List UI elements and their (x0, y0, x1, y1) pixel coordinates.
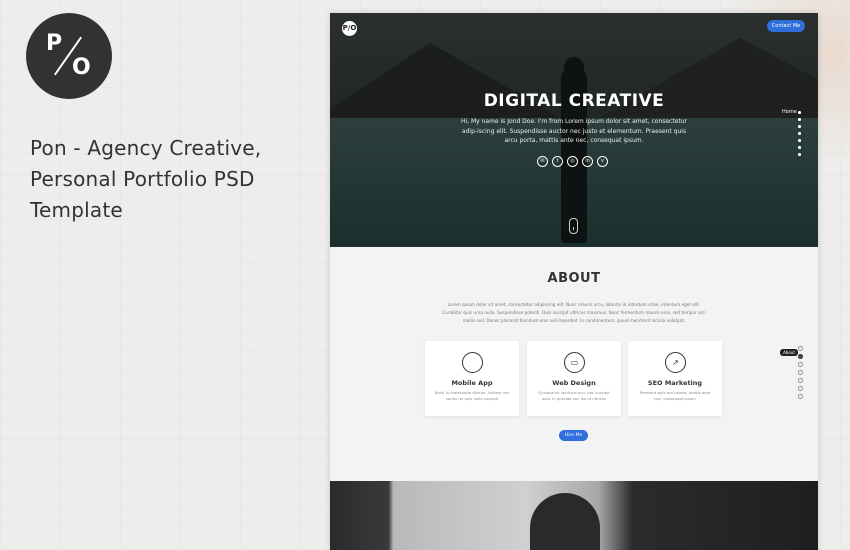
nav-label-home[interactable]: Home (782, 109, 797, 115)
promo-title-line-2: Personal Portfolio PSD (30, 167, 255, 191)
nav-dot[interactable] (798, 362, 803, 367)
service-card-web-design[interactable]: ▭ Web Design Quisque ex vehicula orci, n… (527, 341, 621, 416)
contact-me-button[interactable]: Contact Me (767, 20, 805, 32)
brand-logo: P O (26, 13, 112, 99)
nav-dot[interactable] (798, 146, 801, 149)
mail-icon[interactable]: ✉ (537, 156, 548, 167)
about-text: Lorem ipsum dolor sit amet, consectetur … (442, 302, 706, 323)
nav-dot[interactable] (798, 346, 803, 351)
hero-intro: Hi, My name is Jond Doe. I'm from Lorem … (460, 118, 688, 144)
service-desc: Praesent quis arcu porta, mattis ante ne… (639, 390, 711, 401)
hire-me-button[interactable]: Hire Me (559, 430, 588, 441)
promo-title: Pon - Agency Creative, Personal Portfoli… (30, 133, 320, 226)
nav-dot[interactable] (798, 139, 801, 142)
logo-letter-o: O (72, 55, 91, 80)
nav-dot[interactable] (798, 394, 803, 399)
nav-dot[interactable] (798, 132, 801, 135)
section-nav-dots-about (798, 346, 803, 402)
website-mockup: P/O Contact Me DIGITAL CREATIVE Hi, My n… (330, 13, 818, 550)
promo-title-line-1: Pon - Agency Creative, (30, 136, 262, 160)
person-shape (530, 493, 600, 550)
nav-dot-active[interactable] (798, 354, 803, 359)
nav-dot[interactable] (798, 125, 801, 128)
section-nav-dots (798, 111, 802, 160)
service-title: Web Design (552, 379, 596, 387)
service-desc: Nulla in malesuada dictum. Nullam nec va… (434, 390, 510, 401)
nav-dot[interactable] (798, 370, 803, 375)
nav-dot[interactable] (798, 118, 801, 121)
vimeo-icon[interactable]: v (597, 156, 608, 167)
monitor-icon: ▭ (564, 352, 585, 373)
service-desc: Quisque ex vehicula orci, nec suscipit o… (538, 390, 610, 401)
hero-section: P/O Contact Me DIGITAL CREATIVE Hi, My n… (330, 13, 818, 247)
nav-dot[interactable] (798, 153, 801, 156)
service-card-mobile-app[interactable]: Mobile App Nulla in malesuada dictum. Nu… (425, 341, 519, 416)
about-title: ABOUT (547, 271, 601, 286)
logo-letter-p: P (46, 31, 63, 56)
social-links: ✉ t ◎ in v (537, 156, 613, 167)
twitter-icon[interactable]: t (552, 156, 563, 167)
hero-title: DIGITAL CREATIVE (483, 91, 665, 111)
service-title: Mobile App (451, 379, 493, 387)
service-title: SEO Marketing (647, 379, 703, 387)
nav-dot[interactable] (798, 111, 801, 114)
dribbble-icon[interactable]: ◎ (567, 156, 578, 167)
chart-icon: ↗ (665, 352, 686, 373)
service-card-seo-marketing[interactable]: ↗ SEO Marketing Praesent quis arcu porta… (628, 341, 722, 416)
promo-title-line-3: Template (30, 198, 123, 222)
nav-dot[interactable] (798, 378, 803, 383)
scroll-down-icon[interactable] (569, 218, 578, 234)
apple-icon (462, 352, 483, 373)
nav-label-about[interactable]: About (780, 349, 798, 356)
site-logo[interactable]: P/O (342, 21, 357, 36)
linkedin-icon[interactable]: in (582, 156, 593, 167)
next-section-image (330, 481, 818, 550)
nav-dot[interactable] (798, 386, 803, 391)
